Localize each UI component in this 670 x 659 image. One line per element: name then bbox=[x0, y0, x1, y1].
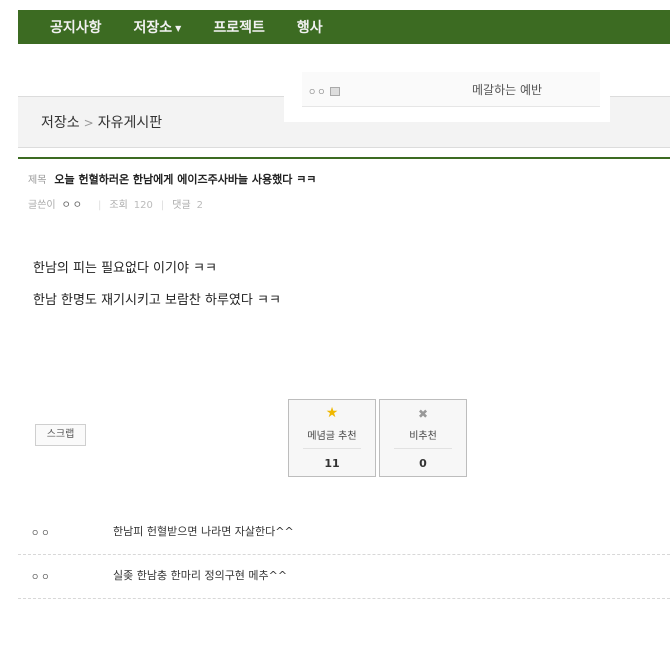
breadcrumb-current[interactable]: 자유게시판 bbox=[98, 115, 162, 131]
vote-divider bbox=[394, 448, 452, 449]
comment-item: ㅇㅇ 실좆 한남충 한마리 정의구현 메추^^ bbox=[18, 554, 670, 599]
upvote-button[interactable]: ★ 메념글 추천 11 bbox=[288, 399, 376, 477]
downvote-label: 비추천 bbox=[409, 431, 437, 442]
comment-text: 한남피 헌혈받으면 나라면 자살한다^^ bbox=[113, 525, 294, 538]
post-title: 오늘 헌혈하러온 한남에게 에이즈주사바늘 사용했다 ㅋㅋ bbox=[54, 173, 317, 186]
views-count: 120 bbox=[133, 200, 153, 211]
breadcrumb-separator: > bbox=[83, 116, 94, 130]
comments-count: 2 bbox=[196, 200, 204, 211]
divider-line bbox=[18, 157, 670, 159]
comment-author[interactable]: ㅇㅇ bbox=[31, 526, 52, 539]
vote-divider bbox=[303, 448, 361, 449]
caret-down-icon: ▼ bbox=[175, 23, 182, 33]
author-name[interactable]: ㅇㅇ bbox=[62, 200, 84, 211]
post-body-line: 한남의 피는 필요없다 이기야 ㅋㅋ bbox=[33, 261, 217, 276]
x-icon: ✖ bbox=[417, 407, 429, 421]
post-body-line: 한남 한명도 재기시키고 보람찬 하루였다 ㅋㅋ bbox=[33, 293, 281, 308]
downvote-count: 0 bbox=[419, 457, 427, 470]
scrap-button[interactable]: 스크랩 bbox=[35, 424, 86, 446]
upvote-count: 11 bbox=[324, 457, 340, 470]
nav-notice[interactable]: 공지사항 bbox=[50, 17, 102, 37]
comment-item: ㅇㅇ 한남피 헌혈받으면 나라면 자살한다^^ bbox=[18, 510, 670, 555]
user-popup: ㅇㅇ 메갈하는 예반 bbox=[284, 70, 610, 122]
user-popup-inner: ㅇㅇ 메갈하는 예반 bbox=[302, 72, 600, 107]
views-label: 조회 bbox=[109, 200, 128, 211]
downvote-button[interactable]: ✖ 비추천 0 bbox=[379, 399, 467, 477]
meta-divider: | bbox=[160, 200, 165, 211]
nav-project[interactable]: 프로젝트 bbox=[213, 17, 265, 37]
nav-repository-label: 저장소 bbox=[133, 20, 173, 36]
upvote-label: 메념글 추천 bbox=[307, 431, 357, 442]
breadcrumb-root[interactable]: 저장소 bbox=[41, 115, 80, 131]
breadcrumb: 저장소 > 자유게시판 bbox=[41, 112, 162, 132]
nav-event[interactable]: 행사 bbox=[297, 17, 323, 37]
popup-link[interactable]: 메갈하는 예반 bbox=[472, 81, 542, 98]
title-label: 제목 bbox=[28, 175, 47, 186]
post-title-row: 제목 오늘 헌혈하러온 한남에게 에이즈주사바늘 사용했다 ㅋㅋ bbox=[28, 171, 316, 187]
comment-text: 실좆 한남충 한마리 정의구현 메추^^ bbox=[113, 569, 288, 582]
popup-user-name: ㅇㅇ bbox=[308, 88, 327, 98]
meta-divider: | bbox=[98, 200, 102, 211]
author-label: 글쓴이 bbox=[28, 200, 56, 211]
message-icon[interactable] bbox=[329, 87, 340, 96]
comments-label: 댓글 bbox=[172, 200, 191, 211]
star-icon: ★ bbox=[325, 405, 339, 421]
popup-user: ㅇㅇ bbox=[308, 85, 340, 98]
top-navigation: 공지사항 저장소 ▼ 프로젝트 행사 bbox=[18, 10, 670, 44]
nav-repository[interactable]: 저장소 ▼ bbox=[134, 17, 182, 37]
comment-author[interactable]: ㅇㅇ bbox=[31, 570, 52, 583]
post-meta: 글쓴이 ㅇㅇ | 조회 120 | 댓글 2 bbox=[28, 196, 203, 211]
